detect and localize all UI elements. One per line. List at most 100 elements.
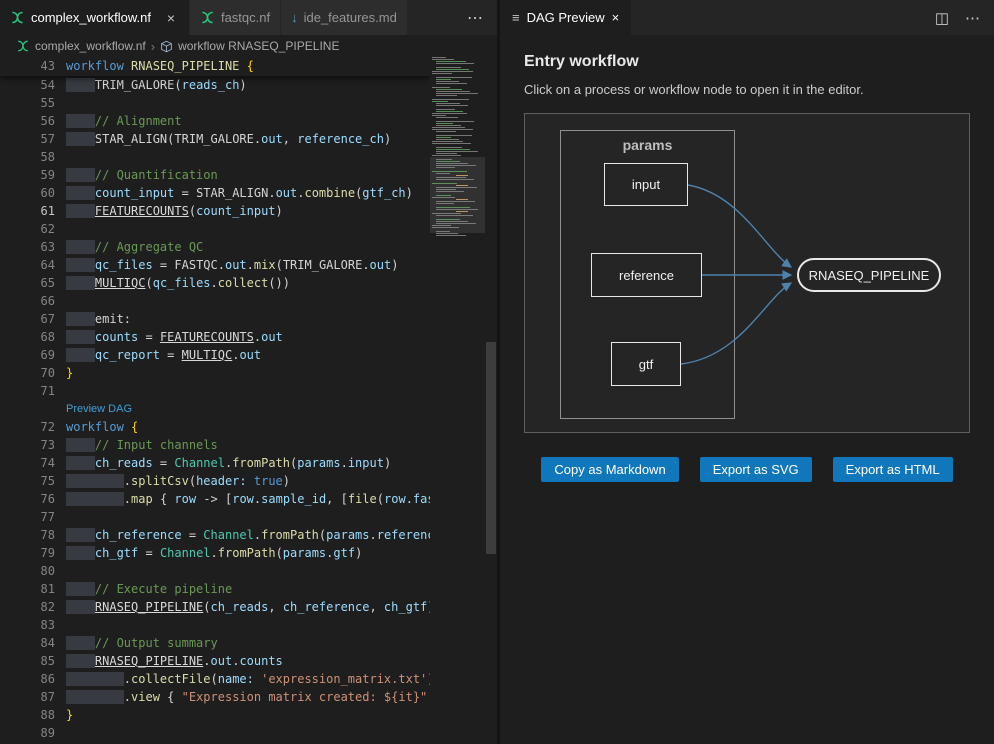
code-text: count_input = STAR_ALIGN.out.combine(gtf… bbox=[66, 184, 413, 202]
markdown-icon: ↓ bbox=[291, 10, 298, 25]
line-number: 55 bbox=[0, 94, 55, 112]
code-text: counts = FEATURECOUNTS.out bbox=[66, 328, 283, 346]
minimap[interactable] bbox=[430, 57, 485, 744]
export-as-html-button[interactable]: Export as HTML bbox=[833, 457, 953, 482]
indent-highlight bbox=[66, 330, 95, 344]
close-icon[interactable]: × bbox=[612, 10, 620, 25]
line-number: 66 bbox=[0, 292, 55, 310]
panel-body: Entry workflow Click on a process or wor… bbox=[500, 35, 994, 482]
code-line: 85 RNASEQ_PIPELINE.out.counts bbox=[0, 652, 430, 670]
indent-highlight bbox=[66, 474, 124, 488]
code-text: .map { row -> [row.sample_id, [file(row.… bbox=[66, 490, 430, 508]
scrollbar-thumb[interactable] bbox=[486, 342, 496, 554]
split-editor-icon[interactable]: ◫ bbox=[935, 9, 949, 27]
minimap-line bbox=[436, 93, 478, 94]
line-number: 71 bbox=[0, 382, 55, 400]
code-line: 75 .splitCsv(header: true) bbox=[0, 472, 430, 490]
close-icon[interactable]: × bbox=[163, 10, 179, 26]
panel-description: Click on a process or workflow node to o… bbox=[524, 82, 970, 97]
codelens-row: Preview DAG bbox=[0, 400, 430, 418]
line-number: 87 bbox=[0, 688, 55, 706]
more-actions-icon[interactable]: ⋯ bbox=[453, 8, 497, 28]
dag-preview-panel: ≡ DAG Preview × ◫ ⋯ Entry workflow Click… bbox=[500, 0, 994, 744]
code-text: workflow { bbox=[66, 418, 138, 436]
breadcrumb-file[interactable]: complex_workflow.nf bbox=[35, 39, 146, 53]
code-line: 79 ch_gtf = Channel.fromPath(params.gtf) bbox=[0, 544, 430, 562]
minimap-line bbox=[436, 83, 467, 84]
line-number: 70 bbox=[0, 364, 55, 382]
tab-label: DAG Preview bbox=[527, 10, 605, 25]
line-number: 81 bbox=[0, 580, 55, 598]
minimap-slider[interactable] bbox=[430, 157, 485, 233]
indent-highlight bbox=[66, 582, 95, 596]
line-number: 85 bbox=[0, 652, 55, 670]
export-as-svg-button[interactable]: Export as SVG bbox=[700, 457, 812, 482]
code-text: RNASEQ_PIPELINE(ch_reads, ch_reference, … bbox=[66, 598, 430, 616]
minimap-line bbox=[436, 81, 459, 82]
line-number: 43 bbox=[0, 57, 55, 76]
indent-highlight bbox=[66, 492, 124, 506]
minimap-line bbox=[436, 147, 462, 148]
code-line: 81 // Execute pipeline bbox=[0, 580, 430, 598]
node-rnaseq-pipeline[interactable]: RNASEQ_PIPELINE bbox=[797, 258, 941, 292]
indent-highlight bbox=[66, 132, 95, 146]
line-number: 62 bbox=[0, 220, 55, 238]
node-reference[interactable]: reference bbox=[591, 253, 702, 297]
code-line: 63 // Aggregate QC bbox=[0, 238, 430, 256]
code-line: 76 .map { row -> [row.sample_id, [file(r… bbox=[0, 490, 430, 508]
minimap-line bbox=[436, 69, 469, 70]
tab-ide-features[interactable]: ↓ ide_features.md bbox=[281, 0, 408, 35]
node-gtf[interactable]: gtf bbox=[611, 342, 681, 386]
line-number: 89 bbox=[0, 724, 55, 742]
code-line: 66 bbox=[0, 292, 430, 310]
code-line: 68 counts = FEATURECOUNTS.out bbox=[0, 328, 430, 346]
minimap-line bbox=[436, 61, 466, 62]
tab-fastqc[interactable]: fastqc.nf bbox=[190, 0, 281, 35]
panel-actions: ◫ ⋯ bbox=[935, 0, 994, 35]
code-line: 89 bbox=[0, 724, 430, 742]
minimap-line bbox=[436, 123, 453, 124]
line-number: 54 bbox=[0, 76, 55, 94]
minimap-line bbox=[436, 111, 463, 112]
code-text: ch_gtf = Channel.fromPath(params.gtf) bbox=[66, 544, 362, 562]
tab-complex-workflow[interactable]: complex_workflow.nf × bbox=[0, 0, 190, 35]
line-number: 79 bbox=[0, 544, 55, 562]
minimap-line bbox=[432, 129, 473, 130]
indent-highlight bbox=[66, 168, 95, 182]
line-number: 64 bbox=[0, 256, 55, 274]
code-line: 77 bbox=[0, 508, 430, 526]
code-text: .collectFile(name: 'expression_matrix.tx… bbox=[66, 670, 430, 688]
code-line: 65 MULTIQC(qc_files.collect()) bbox=[0, 274, 430, 292]
code-text: MULTIQC(qc_files.collect()) bbox=[66, 274, 290, 292]
codelens-link[interactable]: Preview DAG bbox=[66, 400, 132, 418]
code-text: emit: bbox=[66, 310, 131, 328]
nextflow-icon bbox=[10, 10, 25, 25]
line-number: 77 bbox=[0, 508, 55, 526]
code-editor[interactable]: 43workflow RNASEQ_PIPELINE {54 TRIM_GALO… bbox=[0, 57, 430, 744]
minimap-line bbox=[436, 105, 468, 106]
line-number: 82 bbox=[0, 598, 55, 616]
line-number: 75 bbox=[0, 472, 55, 490]
editor-scrollbar[interactable] bbox=[485, 57, 497, 744]
more-actions-icon[interactable]: ⋯ bbox=[965, 9, 980, 27]
code-text: // Alignment bbox=[66, 112, 182, 130]
code-line: 82 RNASEQ_PIPELINE(ch_reads, ch_referenc… bbox=[0, 598, 430, 616]
line-number: 63 bbox=[0, 238, 55, 256]
indent-highlight bbox=[66, 186, 95, 200]
cube-icon bbox=[160, 40, 173, 53]
indent-highlight bbox=[66, 438, 95, 452]
code-line: 84 // Output summary bbox=[0, 634, 430, 652]
copy-as-markdown-button[interactable]: Copy as Markdown bbox=[541, 457, 678, 482]
line-number: 68 bbox=[0, 328, 55, 346]
code-text: .splitCsv(header: true) bbox=[66, 472, 290, 490]
tab-dag-preview[interactable]: ≡ DAG Preview × bbox=[500, 0, 631, 35]
code-text: qc_report = MULTIQC.out bbox=[66, 346, 261, 364]
line-number: 57 bbox=[0, 130, 55, 148]
minimap-line bbox=[432, 115, 446, 116]
line-number: 88 bbox=[0, 706, 55, 724]
code-line: 69 qc_report = MULTIQC.out bbox=[0, 346, 430, 364]
breadcrumb: complex_workflow.nf › workflow RNASEQ_PI… bbox=[0, 35, 497, 57]
breadcrumb-symbol[interactable]: workflow RNASEQ_PIPELINE bbox=[178, 39, 339, 53]
node-input[interactable]: input bbox=[604, 163, 688, 206]
minimap-line bbox=[436, 89, 462, 90]
